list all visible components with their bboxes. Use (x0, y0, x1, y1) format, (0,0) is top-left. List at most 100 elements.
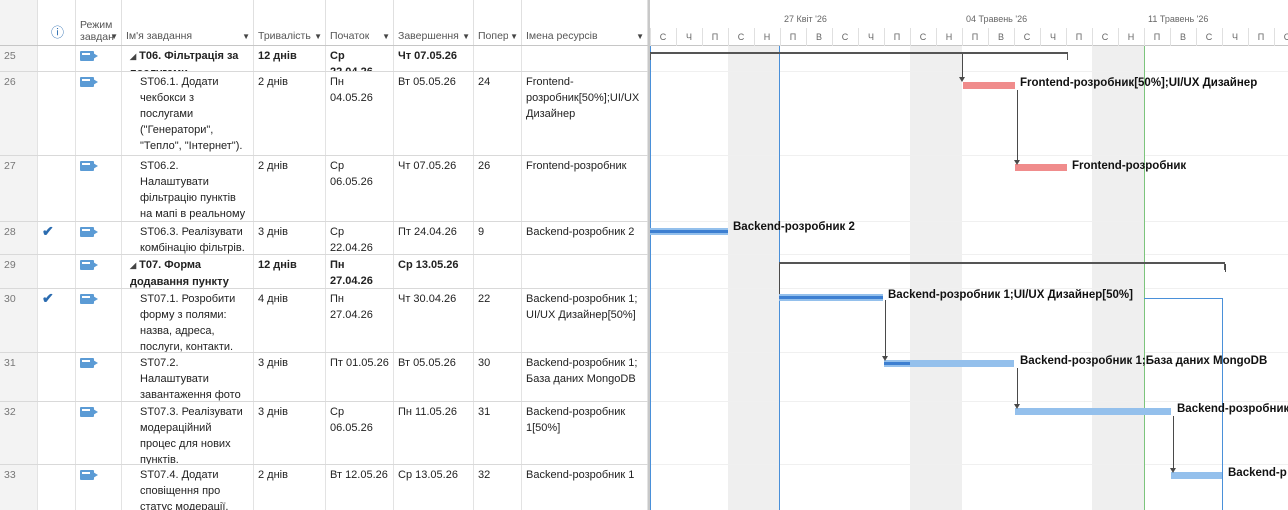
cell-finish[interactable]: Пт 24.04.26 (394, 222, 474, 254)
task-bar-ST06-1[interactable] (963, 82, 1015, 89)
cell-duration[interactable]: 3 днів (254, 353, 326, 401)
cell-mode[interactable] (76, 465, 122, 510)
cell-mode[interactable] (76, 46, 122, 71)
cell-start[interactable]: Пт 01.05.26 (326, 353, 394, 401)
cell-start[interactable]: Пн 04.05.26 (326, 72, 394, 155)
cell-finish[interactable]: Вт 05.05.26 (394, 72, 474, 155)
cell-name[interactable]: ST07.3. Реалізувати модераційний процес … (122, 402, 254, 464)
row-header-corner[interactable] (0, 0, 38, 45)
cell-pred[interactable]: 24 (474, 72, 522, 155)
cell-name[interactable]: ST07.2. Налаштувати завантаження фото пу… (122, 353, 254, 401)
cell-mode[interactable] (76, 222, 122, 254)
cell-finish[interactable]: Чт 07.05.26 (394, 46, 474, 71)
cell-mode[interactable] (76, 255, 122, 288)
cell-check[interactable]: ✔ (38, 222, 76, 254)
chevron-down-icon[interactable]: ▼ (110, 32, 118, 41)
cell-finish[interactable]: Чт 30.04.26 (394, 289, 474, 352)
table-row[interactable]: 31 ST07.2. Налаштувати завантаження фото … (0, 353, 648, 402)
cell-check[interactable] (38, 156, 76, 221)
cell-finish[interactable]: Вт 05.05.26 (394, 353, 474, 401)
cell-pred[interactable]: 31 (474, 402, 522, 464)
cell-duration[interactable]: 2 днів (254, 465, 326, 510)
collapse-triangle-icon[interactable]: ◢ (130, 52, 136, 61)
table-row[interactable]: 30 ✔ ST07.1. Розробити форму з полями: наз… (0, 289, 648, 353)
cell-resources[interactable]: Frontend-розробник[50%];UI/UX Дизайнер (522, 72, 648, 155)
cell-check[interactable] (38, 46, 76, 71)
cell-pred[interactable]: 26 (474, 156, 522, 221)
table-row[interactable]: 32 ST07.3. Реалізувати модераційний проце… (0, 402, 648, 465)
cell-name[interactable]: ST06.1. Додати чекбокси з послугами ("Ге… (122, 72, 254, 155)
col-finish[interactable]: Завершення ▼ (394, 0, 474, 45)
cell-name[interactable]: ◢T06. Фільтрація за послугами (122, 46, 254, 71)
chevron-down-icon[interactable]: ▼ (314, 32, 322, 41)
cell-mode[interactable] (76, 402, 122, 464)
summary-bar-T06[interactable] (650, 52, 1068, 60)
cell-start[interactable]: Пн 27.04.26 (326, 255, 394, 288)
cell-start[interactable]: Ср 06.05.26 (326, 156, 394, 221)
summary-bar-T07[interactable] (779, 262, 1225, 270)
col-name[interactable]: Ім'я завдання ▼ (122, 0, 254, 45)
cell-duration[interactable]: 2 днів (254, 72, 326, 155)
cell-resources[interactable]: Backend-розробник 1; База даних MongoDB (522, 353, 648, 401)
cell-num[interactable]: 30 (0, 289, 38, 352)
cell-duration[interactable]: 3 днів (254, 222, 326, 254)
cell-finish[interactable]: Чт 07.05.26 (394, 156, 474, 221)
cell-num[interactable]: 31 (0, 353, 38, 401)
cell-mode[interactable] (76, 353, 122, 401)
col-resources[interactable]: Імена ресурсів ▼ (522, 0, 648, 45)
chevron-down-icon[interactable]: ▼ (462, 32, 470, 41)
table-row[interactable]: 27 ST06.2. Налаштувати фільтрацію пунктів… (0, 156, 648, 222)
cell-pred[interactable] (474, 46, 522, 71)
table-row[interactable]: 28 ✔ ST06.3. Реалізувати комбінацію фільтр… (0, 222, 648, 255)
cell-check[interactable]: ✔ (38, 289, 76, 352)
cell-resources[interactable]: Backend-розробник 1; UI/UX Дизайнер[50%] (522, 289, 648, 352)
chevron-down-icon[interactable]: ▼ (382, 32, 390, 41)
cell-num[interactable]: 25 (0, 46, 38, 71)
chevron-down-icon[interactable]: ▼ (636, 32, 644, 41)
collapse-triangle-icon[interactable]: ◢ (130, 261, 136, 270)
cell-name[interactable]: ST07.1. Розробити форму з полями: назва,… (122, 289, 254, 352)
col-indicators[interactable]: ⓘ (38, 0, 76, 45)
cell-start[interactable]: Ср 06.05.26 (326, 402, 394, 464)
cell-check[interactable] (38, 402, 76, 464)
cell-pred[interactable]: 32 (474, 465, 522, 510)
cell-start[interactable]: Ср 22.04.26 (326, 222, 394, 254)
task-bar-ST07-3[interactable] (1015, 408, 1171, 415)
task-bar-ST07-4[interactable] (1171, 472, 1223, 479)
cell-duration[interactable]: 12 днів (254, 46, 326, 71)
cell-name[interactable]: ◢ T07. Форма додавання пункту (122, 255, 254, 288)
cell-duration[interactable]: 4 днів (254, 289, 326, 352)
cell-start[interactable]: Пн 27.04.26 (326, 289, 394, 352)
cell-num[interactable]: 32 (0, 402, 38, 464)
cell-resources[interactable]: Frontend-розробник (522, 156, 648, 221)
cell-num[interactable]: 33 (0, 465, 38, 510)
cell-check[interactable] (38, 255, 76, 288)
cell-resources[interactable]: Backend-розробник 1[50%] (522, 402, 648, 464)
table-row[interactable]: 25 ◢T06. Фільтрація за послугами 12 днів Ср… (0, 46, 648, 72)
cell-start[interactable]: Вт 12.05.26 (326, 465, 394, 510)
cell-mode[interactable] (76, 156, 122, 221)
cell-pred[interactable]: 9 (474, 222, 522, 254)
col-pred[interactable]: Попередники ▼ (474, 0, 522, 45)
cell-mode[interactable] (76, 289, 122, 352)
cell-num[interactable]: 29 (0, 255, 38, 288)
cell-resources[interactable]: Backend-розробник 2 (522, 222, 648, 254)
table-row[interactable]: 29 ◢ T07. Форма додавання пункту 12 днів Пн … (0, 255, 648, 289)
cell-num[interactable]: 27 (0, 156, 38, 221)
cell-duration[interactable]: 3 днів (254, 402, 326, 464)
cell-finish[interactable]: Пн 11.05.26 (394, 402, 474, 464)
cell-pred[interactable]: 30 (474, 353, 522, 401)
cell-name[interactable]: ST06.2. Налаштувати фільтрацію пунктів н… (122, 156, 254, 221)
cell-resources[interactable]: Backend-розробник 1 (522, 465, 648, 510)
task-bar-ST06-2[interactable] (1015, 164, 1067, 171)
cell-duration[interactable]: 2 днів (254, 156, 326, 221)
chevron-down-icon[interactable]: ▼ (510, 32, 518, 41)
cell-name[interactable]: ST06.3. Реалізувати комбінацію фільтрів. (122, 222, 254, 254)
cell-duration[interactable]: 12 днів (254, 255, 326, 288)
cell-start[interactable]: Ср 22.04.26 (326, 46, 394, 71)
cell-check[interactable] (38, 465, 76, 510)
col-start[interactable]: Початок ▼ (326, 0, 394, 45)
cell-num[interactable]: 28 (0, 222, 38, 254)
table-row[interactable]: 26 ST06.1. Додати чекбокси з послугами ("… (0, 72, 648, 156)
cell-resources[interactable] (522, 255, 648, 288)
